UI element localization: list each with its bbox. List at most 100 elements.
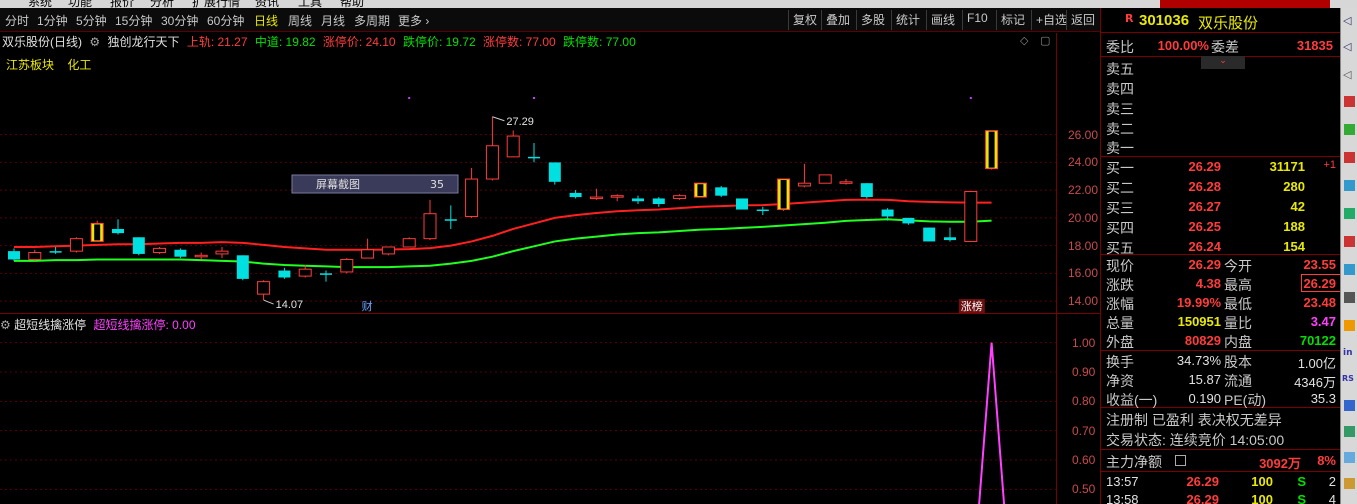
candle [320,270,332,282]
indicator-chart[interactable] [0,314,1100,504]
candle-body [569,192,582,198]
period-tab[interactable]: 分时 [5,12,29,29]
menu-item-quote[interactable]: 报价 [110,0,134,8]
window-icon[interactable] [1344,452,1355,463]
expand-chevron-icon[interactable]: ⌄ [1201,56,1245,69]
grid-icon[interactable] [1344,208,1355,219]
candle-body [528,156,540,159]
link-icon[interactable] [1344,400,1355,411]
stat-value: 19.99% [1176,295,1221,310]
stat-value: 80829 [1184,333,1221,348]
stat-label: 现价 [1106,258,1134,274]
candle [215,246,229,259]
tick-count: 2 [1328,474,1336,489]
candle-body [153,247,167,254]
candle [818,174,832,184]
menu-item-ext-quote[interactable]: 扩展行情 [192,0,240,8]
add-watchlist-button[interactable]: +自选 [1031,10,1071,30]
buy-level-label: 买一 [1106,160,1134,176]
period-tab[interactable]: 周线 [288,12,312,29]
buy-level-volume: 31171 [1269,159,1305,174]
menu-item-function[interactable]: 功能 [68,0,92,8]
stat-value: 3.47 [1310,314,1336,329]
adjust-button[interactable]: 复权 [788,10,821,30]
bell-icon[interactable] [1344,426,1355,437]
buy-level-price: 26.24 [1188,239,1221,254]
period-toolbar: 分时 1分钟 5分钟 15分钟 30分钟 60分钟 日线 周线 月线 多周期 更… [0,8,1100,32]
stock-code: 301036 [1139,12,1190,29]
chart-icon[interactable] [1344,292,1355,303]
candle-body [632,198,644,202]
back-button[interactable]: 返回 [1066,10,1099,30]
menu-item-system[interactable]: 系统 [28,0,52,8]
overlay-button[interactable]: 叠加 [821,10,854,30]
indicator-gear-icon[interactable]: ⚙ [89,35,100,49]
period-tab[interactable]: 5分钟 [76,12,107,29]
menu-item-tools[interactable]: 工具 [298,0,322,8]
stats-button[interactable]: 统计 [891,10,924,30]
candlestick-chart[interactable]: 27.29 14.07 财 涨榜 屏幕截图 35 [0,48,1100,314]
fund-label: 流通 [1224,373,1252,389]
menu-item-help[interactable]: 帮助 [340,0,364,8]
period-tab[interactable]: 60分钟 [207,12,244,29]
period-tab[interactable]: 15分钟 [115,12,152,29]
list-icon[interactable] [1175,455,1186,466]
indicator-name[interactable]: 独创龙行天下 [107,35,179,49]
quote-title-bar: R 301036 双乐股份 [1101,8,1341,33]
limit-down-count: 跌停数: 77.00 [563,35,636,49]
fund-label: 净资 [1106,373,1134,389]
fund-value: 35.3 [1310,391,1336,406]
fund-value: 15.87 [1188,372,1221,387]
menu-item-news[interactable]: 资讯 [255,0,279,8]
main-flow-value: 3092万 [1259,456,1301,471]
list-icon[interactable] [1344,180,1355,191]
chart-icon[interactable] [1344,124,1355,135]
candle [610,194,624,202]
candle-body [423,213,437,240]
menu-item-analysis[interactable]: 分析 [150,0,174,8]
candle-body [923,227,936,242]
collapse-icon[interactable]: ◇ [1020,34,1028,47]
f10-button[interactable]: F10 [962,10,992,30]
rss-icon[interactable]: RS [1342,374,1354,383]
period-tab[interactable]: 月线 [321,12,345,29]
draw-line-button[interactable]: 画线 [926,10,959,30]
mark-button[interactable]: 标记 [996,10,1029,30]
candle [797,163,811,188]
candle [361,238,375,259]
limit-up-tag: 涨榜 [961,299,983,313]
limit-up-price: 涨停价: 24.10 [322,35,396,49]
bars-icon[interactable] [1344,236,1355,247]
stat-value: 26.29 [1188,257,1221,272]
chart-icon[interactable] [1344,96,1355,107]
stat-label: 外盘 [1106,334,1134,350]
candle-body [797,182,811,187]
buy-level-change: +1 [1323,159,1336,171]
indicator-tick-label: 1.00 [1072,335,1096,350]
candle [632,195,644,204]
period-tab-daily[interactable]: 日线 [254,12,278,29]
arrow-left-icon[interactable]: ◁ [1343,68,1351,81]
arrow-left-icon[interactable]: ◁ [1343,14,1351,27]
candle [49,246,62,254]
window-icon[interactable] [1344,478,1355,489]
maximize-icon[interactable]: ▢ [1040,34,1050,47]
window-icon[interactable] [1344,264,1355,275]
more-periods-button[interactable]: 更多 › [398,12,429,29]
bars-icon[interactable] [1344,152,1355,163]
period-tab[interactable]: 30分钟 [161,12,198,29]
signal-dot [408,97,411,99]
sell-label: 卖五 [1106,61,1134,77]
arrow-left-icon[interactable]: ◁ [1343,40,1351,53]
candle-body [194,254,208,258]
quote-panel: R 301036 双乐股份 委比 100.00% 委差 31835 ⌄ 卖五 卖… [1100,8,1341,504]
info-icon[interactable]: in [1343,348,1353,358]
candle-body [340,258,354,273]
period-tab[interactable]: 多周期 [354,12,390,29]
period-tab[interactable]: 1分钟 [37,12,68,29]
candle [715,185,728,198]
candle [652,197,665,207]
candle-body [8,251,20,260]
ticket-icon[interactable] [1344,320,1355,331]
multi-stock-button[interactable]: 多股 [856,10,889,30]
